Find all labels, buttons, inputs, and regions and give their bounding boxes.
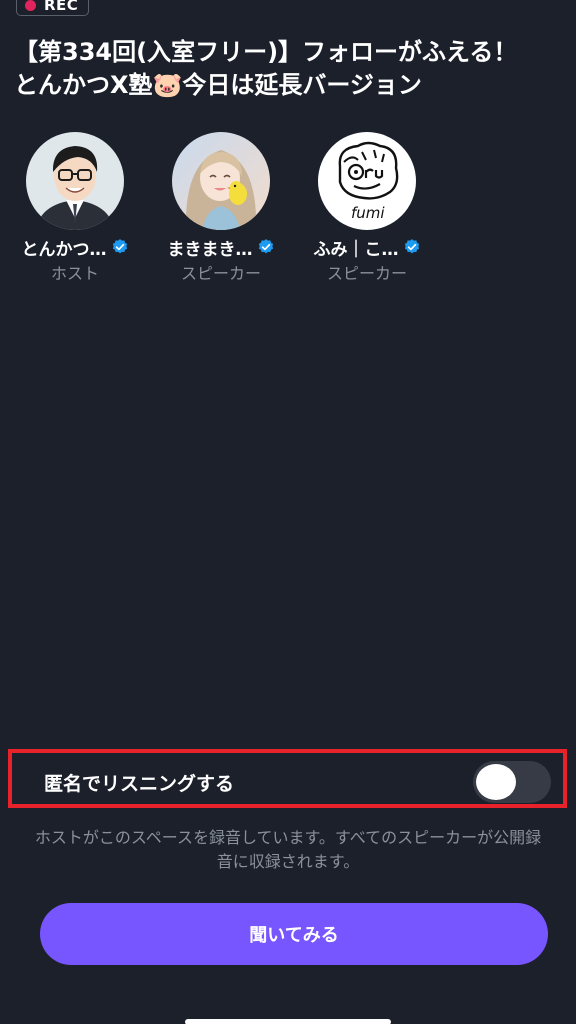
participant-name: ふみ｜こ… [313,239,399,260]
fumi-drawing-avatar: fumi [318,132,416,230]
verified-badge-icon [112,239,127,254]
space-title-line-2: とんかつX塾🐷今日は延長バージョン [14,71,422,99]
participant-role: ホスト [50,264,99,283]
space-title: 【第334回(入室フリー)】フォローがふえる！ とんかつX塾🐷今日は延長バージョ… [14,36,566,102]
anonymous-listening-label: 匿名でリスニングする [44,773,235,795]
participant-speaker-1[interactable]: まきまき… スピーカー [156,132,286,284]
toggle-knob [476,764,516,800]
participant-name: とんかつ… [21,239,107,260]
participant-name: まきまき… [167,239,253,260]
participant-role: スピーカー [326,264,407,283]
recording-notice: ホストがこのスペースを録音しています。すべてのスピーカーが公開録音に収録されます… [34,828,542,871]
svg-text:fumi: fumi [351,204,385,222]
anonymous-listening-toggle[interactable] [473,761,551,803]
man-with-glasses-avatar [26,132,124,230]
recording-label: REC [44,0,79,14]
home-indicator [185,1019,391,1024]
verified-badge-icon [258,239,273,254]
participant-host[interactable]: とんかつ… ホスト [10,132,140,284]
recording-badge: REC [16,0,90,16]
space-title-line-1: 【第334回(入室フリー)】フォローがふえる！ [14,38,518,66]
participant-list: とんかつ… ホスト まきまき… スピーカー fumi ふみ｜こ… スピーカー [0,132,576,292]
participant-speaker-2[interactable]: fumi ふみ｜こ… スピーカー [302,132,432,284]
space-preview-screen: REC 【第334回(入室フリー)】フォローがふえる！ とんかつX塾🐷今日は延長… [0,0,576,1024]
participant-role: スピーカー [180,264,261,283]
anonymous-listening-row: 匿名でリスニングする [8,749,567,808]
recording-dot-icon [25,0,36,11]
girl-with-bird-avatar [172,132,270,230]
verified-badge-icon [404,239,419,254]
listen-button[interactable]: 聞いてみる [40,903,548,965]
